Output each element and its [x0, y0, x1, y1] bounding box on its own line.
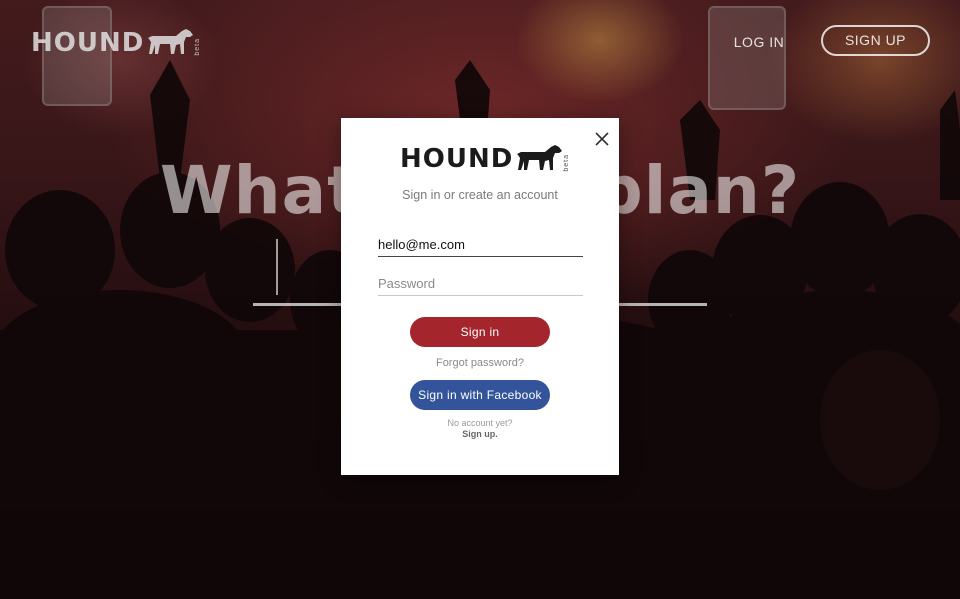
password-field[interactable] [378, 272, 583, 296]
forgot-password-link[interactable]: Forgot password? [341, 357, 619, 369]
logo-badge: beta [194, 38, 202, 56]
dog-icon [517, 145, 563, 170]
dog-icon [148, 29, 194, 54]
modal-signup-link[interactable]: Sign up. [341, 429, 619, 439]
signup-button[interactable]: SIGN UP [821, 25, 930, 56]
logo-text: HOUND [31, 28, 145, 58]
modal-logo: HOUND beta [400, 144, 570, 172]
signin-button[interactable]: Sign in [410, 317, 550, 347]
hero-input-caret [276, 239, 278, 295]
email-field[interactable] [378, 233, 583, 257]
login-link[interactable]: LOG IN [722, 30, 796, 54]
modal-logo-badge: beta [563, 154, 571, 172]
close-icon[interactable] [593, 130, 611, 148]
modal-logo-text: HOUND [400, 144, 514, 174]
no-account-text: No account yet? [447, 418, 513, 428]
header-logo[interactable]: HOUND beta [31, 28, 201, 56]
signin-modal: HOUND beta Sign in or create an account … [341, 118, 619, 475]
modal-subtitle: Sign in or create an account [402, 188, 558, 202]
facebook-signin-button[interactable]: Sign in with Facebook [410, 380, 550, 410]
